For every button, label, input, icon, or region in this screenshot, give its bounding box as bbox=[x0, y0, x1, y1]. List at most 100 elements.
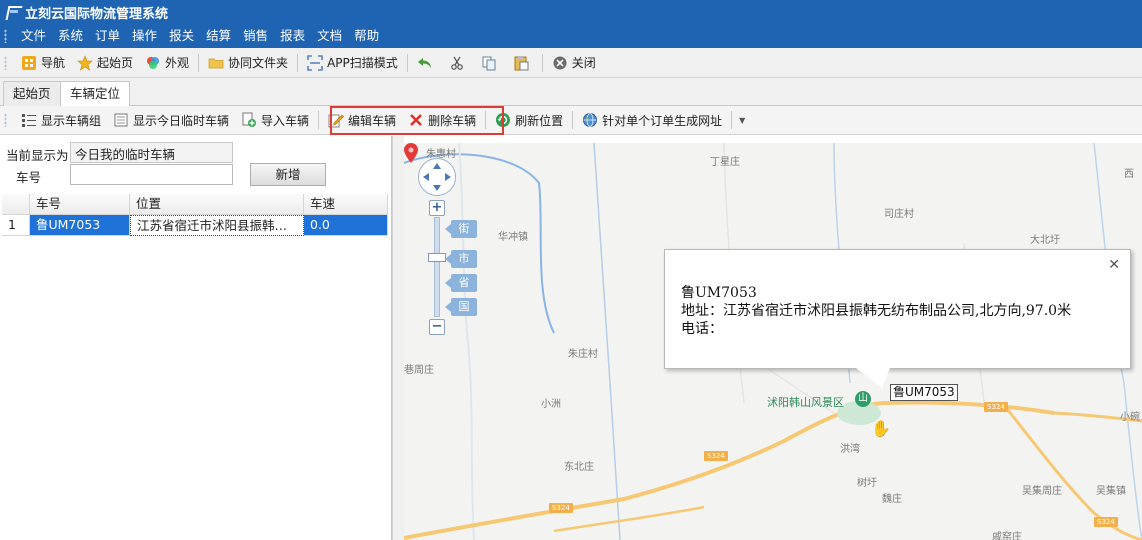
popup-phone: 电话： bbox=[681, 321, 723, 337]
import-icon bbox=[241, 112, 257, 128]
level-street-button[interactable]: 街 bbox=[445, 220, 477, 238]
menu-customs[interactable]: 报关 bbox=[163, 24, 200, 48]
generate-url-label: 针对单个订单生成网址 bbox=[602, 113, 723, 128]
toolbar-separator bbox=[731, 111, 733, 129]
show-today-temp-button[interactable]: 显示今日临时车辆 bbox=[107, 108, 235, 132]
edit-vehicle-label: 编辑车辆 bbox=[348, 113, 397, 128]
list-icon bbox=[21, 112, 37, 128]
import-vehicles-button[interactable]: 导入车辆 bbox=[235, 108, 315, 132]
tab-bar: 起始页 车辆定位 bbox=[0, 78, 1142, 108]
toolbar-separator bbox=[541, 53, 543, 72]
delete-vehicle-button[interactable]: 删除车辆 bbox=[402, 108, 482, 132]
paste-button[interactable] bbox=[507, 51, 539, 75]
delete-x-icon bbox=[408, 112, 424, 128]
speed-column-header[interactable]: 车速 bbox=[304, 194, 388, 215]
refresh-label: 刷新位置 bbox=[515, 113, 564, 128]
map-label-wujizhen: 吴集镇 bbox=[1096, 486, 1126, 497]
table-row[interactable]: 1 鲁UM7053 江苏省宿迁市沭阳县振韩无纺布制品公司,北方向,97.0米 0… bbox=[2, 215, 388, 236]
home-label: 起始页 bbox=[97, 56, 134, 70]
show-vehicle-groups-button[interactable]: 显示车辆组 bbox=[15, 108, 107, 132]
zoom-in-button[interactable]: + bbox=[429, 200, 445, 216]
add-button[interactable]: 新增 bbox=[250, 163, 326, 186]
current-display-value: 今日我的临时车辆 bbox=[70, 142, 233, 163]
show-groups-label: 显示车辆组 bbox=[41, 113, 102, 128]
map-view[interactable]: 朱惠村 丁星庄 西 华冲镇 司庄村 大北圩 朱庄村 巷周庄 小洲 东北庄 洪湾 … bbox=[404, 143, 1142, 540]
refresh-icon bbox=[495, 112, 511, 128]
toolbar-grip-icon bbox=[4, 55, 7, 70]
popup-plate: 鲁UM7053 bbox=[681, 285, 757, 301]
app-title: 立刻云国际物流管理系统 bbox=[25, 6, 169, 22]
location-column-header[interactable]: 位置 bbox=[130, 194, 304, 215]
menubar-grip-icon bbox=[4, 29, 7, 43]
map-label-weizhuang: 魏庄 bbox=[882, 494, 902, 505]
plate-input[interactable] bbox=[70, 164, 233, 185]
scissors-icon bbox=[449, 55, 465, 71]
menu-bar: 文件 系统 订单 操作 报关 结算 销售 报表 文档 帮助 bbox=[0, 24, 1142, 48]
close-button[interactable]: 关闭 bbox=[546, 51, 602, 75]
app-scan-button[interactable]: APP扫描模式 bbox=[301, 51, 404, 75]
toolbar-separator bbox=[297, 53, 299, 72]
edit-icon bbox=[328, 112, 344, 128]
vehicle-marker-label[interactable]: 鲁UM7053 bbox=[890, 384, 958, 401]
map-label-dingxing: 丁星庄 bbox=[710, 157, 740, 168]
menu-file[interactable]: 文件 bbox=[15, 24, 52, 48]
edit-vehicle-button[interactable]: 编辑车辆 bbox=[322, 108, 402, 132]
zoom-slider-thumb[interactable] bbox=[428, 253, 446, 262]
level-country-button[interactable]: 国 bbox=[445, 298, 477, 316]
map-label-dabei: 大北圩 bbox=[1030, 235, 1060, 246]
map-label-xiaowan: 小碗 bbox=[1120, 412, 1140, 423]
shared-folder-button[interactable]: 协同文件夹 bbox=[202, 51, 294, 75]
import-label: 导入车辆 bbox=[261, 113, 310, 128]
tab-vehicle-location[interactable]: 车辆定位 bbox=[60, 81, 131, 108]
vehicle-list-panel: 当前显示为 今日我的临时车辆 车号 新增 车号 位置 车速 1 鲁UM7053 … bbox=[0, 136, 392, 540]
vehicle-grid: 车号 位置 车速 1 鲁UM7053 江苏省宿迁市沭阳县振韩无纺布制品公司,北方… bbox=[2, 194, 388, 236]
home-button[interactable]: 起始页 bbox=[71, 51, 139, 75]
plate-cell[interactable]: 鲁UM7053 bbox=[30, 215, 130, 236]
level-city-button[interactable]: 市 bbox=[445, 250, 477, 268]
map-label-hongwan: 洪湾 bbox=[840, 444, 860, 455]
speed-cell[interactable]: 0.0 bbox=[304, 215, 388, 236]
menu-help[interactable]: 帮助 bbox=[348, 24, 385, 48]
copy-button[interactable] bbox=[475, 51, 507, 75]
toolbar-overflow-button[interactable]: ▼ bbox=[735, 108, 749, 132]
vehicle-toolbar: 显示车辆组 显示今日临时车辆 导入车辆 编辑车辆 删除车辆 刷新位置 针对单个订… bbox=[0, 106, 1142, 135]
subtoolbar-grip-icon bbox=[4, 113, 7, 127]
popup-close-icon[interactable]: ✕ bbox=[1108, 257, 1120, 273]
road-shield-s324: S324 bbox=[549, 503, 573, 513]
appearance-button[interactable]: 外观 bbox=[139, 51, 195, 75]
menu-reports[interactable]: 报表 bbox=[274, 24, 311, 48]
close-label: 关闭 bbox=[571, 56, 596, 70]
toolbar-separator bbox=[572, 111, 574, 129]
palette-icon bbox=[145, 55, 161, 71]
zoom-out-button[interactable]: − bbox=[429, 319, 445, 335]
document-icon bbox=[113, 112, 129, 128]
current-display-label: 当前显示为 bbox=[6, 148, 69, 163]
level-province-button[interactable]: 省 bbox=[445, 274, 477, 292]
zoom-slider-track[interactable] bbox=[434, 217, 440, 317]
toolbar-separator bbox=[318, 111, 320, 129]
tab-home[interactable]: 起始页 bbox=[3, 81, 61, 107]
menu-settlement[interactable]: 结算 bbox=[200, 24, 237, 48]
plate-label: 车号 bbox=[16, 170, 42, 185]
menu-order[interactable]: 订单 bbox=[89, 24, 126, 48]
vehicle-marker-icon[interactable] bbox=[404, 143, 418, 163]
title-bar: 立刻云国际物流管理系统 bbox=[0, 0, 1142, 24]
menu-operation[interactable]: 操作 bbox=[126, 24, 163, 48]
refresh-location-button[interactable]: 刷新位置 bbox=[489, 108, 569, 132]
app-logo-icon bbox=[6, 5, 20, 19]
chevron-down-icon: ▼ bbox=[739, 115, 746, 125]
generate-url-button[interactable]: 针对单个订单生成网址 bbox=[576, 108, 728, 132]
plate-column-header[interactable]: 车号 bbox=[30, 194, 130, 215]
location-cell[interactable]: 江苏省宿迁市沭阳县振韩无纺布制品公司,北方向,97.0米 bbox=[130, 215, 304, 236]
menu-documents[interactable]: 文档 bbox=[311, 24, 348, 48]
grid-header: 车号 位置 车速 bbox=[2, 194, 388, 215]
undo-button[interactable] bbox=[411, 51, 443, 75]
map-label-weiyao: 戚窑庄 bbox=[992, 532, 1022, 540]
panel-splitter[interactable] bbox=[392, 136, 404, 540]
map-pan-control[interactable] bbox=[418, 158, 456, 196]
menu-sales[interactable]: 销售 bbox=[237, 24, 274, 48]
cut-button[interactable] bbox=[443, 51, 475, 75]
map-label-wuji: 吴集周庄 bbox=[1022, 486, 1062, 497]
nav-button[interactable]: 导航 bbox=[15, 51, 71, 75]
menu-system[interactable]: 系统 bbox=[52, 24, 89, 48]
